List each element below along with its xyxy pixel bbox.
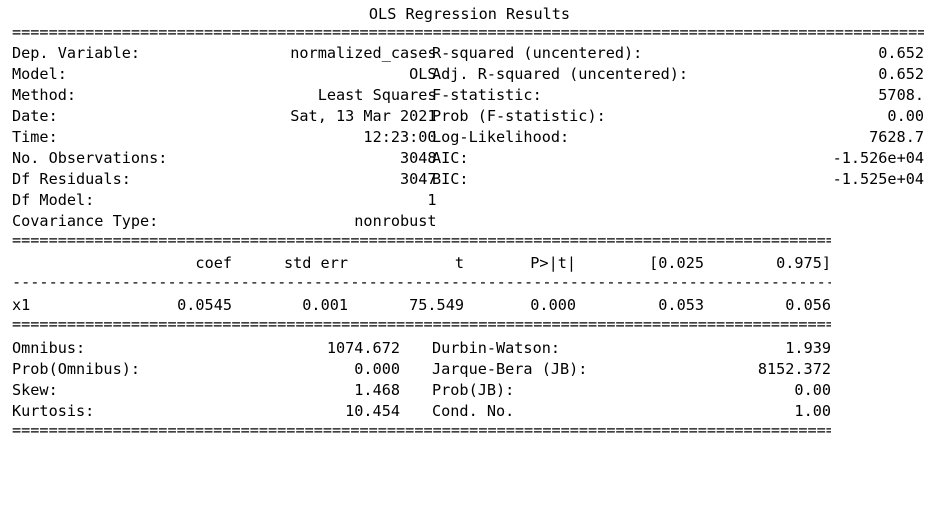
- summary-row-date: Date: Sat, 13 Mar 2021: [12, 106, 437, 127]
- diagnostic-label: Skew:: [12, 381, 58, 399]
- summary-label: BIC:: [432, 170, 469, 188]
- summary-value: 12:23:00: [363, 128, 437, 146]
- summary-value: 0.00: [887, 107, 924, 125]
- diagnostic-value: 8152.372: [757, 360, 831, 378]
- summary-value: OLS: [409, 65, 437, 83]
- summary-label: Model:: [12, 65, 67, 83]
- summary-value: 3047: [400, 170, 437, 188]
- summary-value: 5708.: [878, 86, 924, 104]
- diagnostic-row-omnibus: Omnibus: 1074.672 Durbin-Watson: 1.939: [12, 338, 831, 359]
- summary-row-log-likelihood: Log-Likelihood: 7628.7: [432, 127, 924, 148]
- diagnostic-value: 1074.672: [326, 339, 400, 357]
- summary-value: nonrobust: [354, 212, 437, 230]
- summary-value: normalized_cases: [290, 44, 437, 62]
- dashed-rule: ----------------------------------------…: [12, 276, 831, 288]
- summary-row-r-squared: R-squared (uncentered): 0.652: [432, 43, 924, 64]
- summary-row-bic: BIC: -1.525e+04: [432, 169, 924, 190]
- diagnostic-value: 0.00: [794, 381, 831, 399]
- diagnostic-row-kurtosis: Kurtosis: 10.454 Cond. No. 1.00: [12, 401, 831, 422]
- summary-label: Adj. R-squared (uncentered):: [432, 65, 689, 83]
- diagnostic-row-prob-omnibus: Prob(Omnibus): 0.000 Jarque-Bera (JB): 8…: [12, 359, 831, 380]
- coef-table-header: coef std err t P>|t| [0.025 0.975]: [12, 253, 831, 274]
- summary-label: Df Residuals:: [12, 170, 131, 188]
- coef-value: 0.0545: [177, 296, 232, 314]
- summary-row-adj-r-squared: Adj. R-squared (uncentered): 0.652: [432, 64, 924, 85]
- diagnostic-value: 10.454: [345, 402, 400, 420]
- summary-label: No. Observations:: [12, 149, 168, 167]
- summary-value: -1.526e+04: [832, 149, 924, 167]
- ols-results-page: OLS Regression Results =================…: [12, 0, 927, 457]
- summary-value: 1: [427, 191, 437, 209]
- summary-label: Method:: [12, 86, 77, 104]
- summary-value: 7628.7: [869, 128, 924, 146]
- diagnostic-row-skew: Skew: 1.468 Prob(JB): 0.00: [12, 380, 831, 401]
- column-header-coef: coef: [195, 254, 232, 272]
- summary-label: Date:: [12, 107, 58, 125]
- summary-label: Covariance Type:: [12, 212, 159, 230]
- summary-row-no-observations: No. Observations: 3048: [12, 148, 437, 169]
- column-header-ci-upper: 0.975]: [776, 254, 831, 272]
- column-header-ci-lower: [0.025: [649, 254, 704, 272]
- summary-row-aic: AIC: -1.526e+04: [432, 148, 924, 169]
- summary-row-dep-variable: Dep. Variable: normalized_cases: [12, 43, 437, 64]
- summary-row-df-residuals: Df Residuals: 3047: [12, 169, 437, 190]
- summary-value: Least Squares: [317, 86, 437, 104]
- std-err-value: 0.001: [302, 296, 348, 314]
- summary-value: -1.525e+04: [832, 170, 924, 188]
- diagnostic-label: Omnibus:: [12, 339, 86, 357]
- summary-label: Time:: [12, 128, 58, 146]
- summary-row-covariance-type: Covariance Type: nonrobust: [12, 211, 437, 232]
- double-rule: ========================================…: [12, 26, 924, 38]
- diagnostic-label: Jarque-Bera (JB):: [432, 360, 588, 378]
- ci-lower-value: 0.053: [658, 296, 704, 314]
- summary-value: 3048: [400, 149, 437, 167]
- diagnostic-value: 1.939: [785, 339, 831, 357]
- ci-upper-value: 0.056: [785, 296, 831, 314]
- summary-label: F-statistic:: [432, 86, 542, 104]
- double-rule: ========================================…: [12, 424, 831, 436]
- diagnostic-value: 1.468: [354, 381, 400, 399]
- summary-label: R-squared (uncentered):: [432, 44, 643, 62]
- column-header-t: t: [454, 254, 464, 272]
- summary-row-f-statistic: F-statistic: 5708.: [432, 85, 924, 106]
- summary-label: Dep. Variable:: [12, 44, 141, 62]
- diagnostic-label: Durbin-Watson:: [432, 339, 561, 357]
- summary-value: 0.652: [878, 65, 924, 83]
- summary-row-df-model: Df Model: 1: [12, 190, 437, 211]
- summary-label: AIC:: [432, 149, 469, 167]
- summary-label: Prob (F-statistic):: [432, 107, 606, 125]
- summary-label: Df Model:: [12, 191, 95, 209]
- diagnostic-label: Prob(JB):: [432, 381, 515, 399]
- p-value: 0.000: [530, 296, 576, 314]
- diagnostic-value: 0.000: [354, 360, 400, 378]
- summary-value: Sat, 13 Mar 2021: [290, 107, 437, 125]
- summary-row-prob-f-statistic: Prob (F-statistic): 0.00: [432, 106, 924, 127]
- summary-value: 0.652: [878, 44, 924, 62]
- diagnostic-label: Prob(Omnibus):: [12, 360, 141, 378]
- t-value: 75.549: [409, 296, 464, 314]
- coef-row-name: x1: [12, 296, 31, 314]
- diagnostic-label: Kurtosis:: [12, 402, 95, 420]
- page-title: OLS Regression Results: [368, 5, 571, 23]
- diagnostic-label: Cond. No.: [432, 402, 515, 420]
- summary-row-time: Time: 12:23:00: [12, 127, 437, 148]
- table-row: x1 0.0545 0.001 75.549 0.000 0.053 0.056: [12, 295, 831, 316]
- summary-label: Log-Likelihood:: [432, 128, 570, 146]
- column-header-std-err: std err: [283, 254, 348, 272]
- summary-row-method: Method: Least Squares: [12, 85, 437, 106]
- summary-row-model: Model: OLS: [12, 64, 437, 85]
- double-rule: ========================================…: [12, 234, 831, 246]
- double-rule: ========================================…: [12, 318, 831, 330]
- column-header-p-value: P>|t|: [530, 254, 576, 272]
- diagnostic-value: 1.00: [794, 402, 831, 420]
